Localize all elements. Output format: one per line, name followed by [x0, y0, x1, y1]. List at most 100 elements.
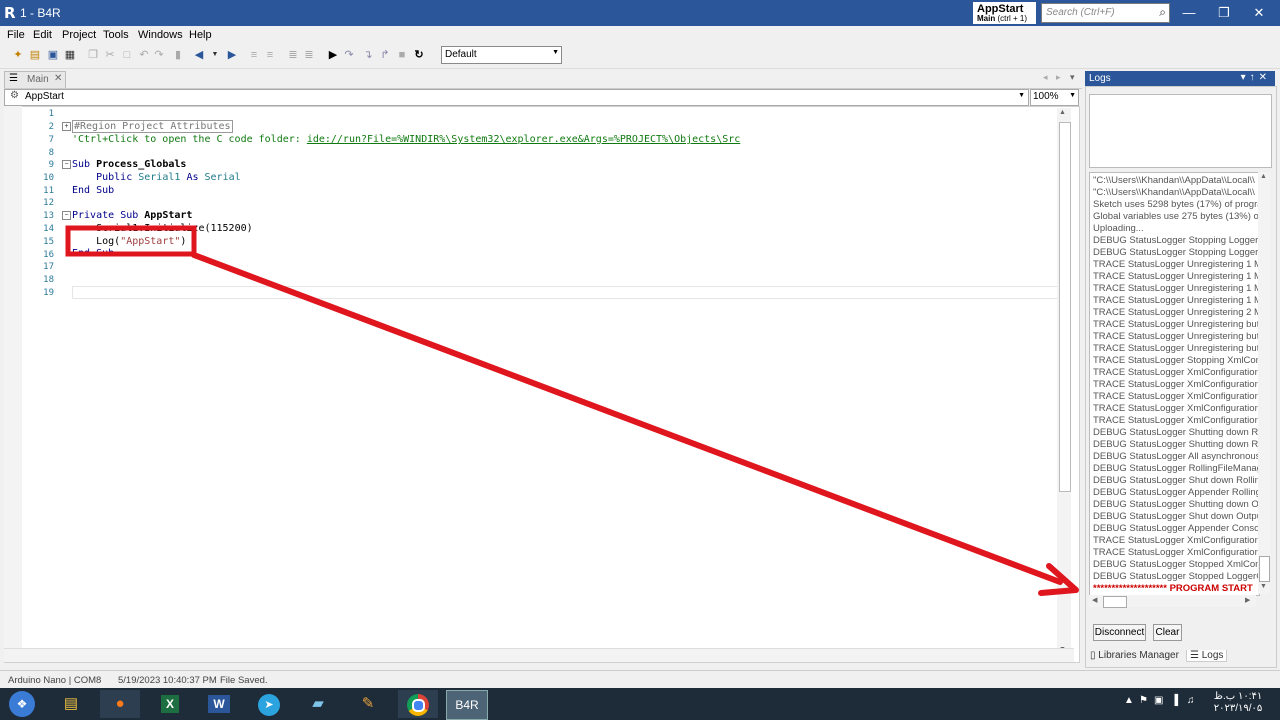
- scrollbar-thumb[interactable]: [1259, 556, 1270, 582]
- save-icon[interactable]: ▣: [47, 49, 59, 61]
- tab-scroll-right-icon[interactable]: ▸: [1056, 72, 1061, 83]
- tab-main[interactable]: ☰ Main ✕: [4, 71, 66, 88]
- menu-file[interactable]: File: [7, 29, 25, 41]
- save-all-icon[interactable]: ▦: [64, 49, 76, 61]
- panel-close-icon[interactable]: ✕: [1259, 72, 1271, 83]
- new-file-icon[interactable]: ✦: [12, 49, 24, 61]
- telegram-icon[interactable]: ➤: [249, 690, 289, 718]
- stop-icon[interactable]: ■: [396, 49, 408, 61]
- bookmark-icon[interactable]: ▮: [172, 49, 184, 61]
- scroll-right-icon[interactable]: ▶: [1245, 596, 1250, 604]
- log-line: DEBUG StatusLogger Shut down Rollin: [1093, 475, 1259, 486]
- list-icon: ☰: [1190, 650, 1199, 661]
- b4r-taskbar-icon[interactable]: B4R: [446, 690, 488, 720]
- editor-horizontal-scrollbar[interactable]: [4, 648, 1074, 662]
- build-config-select[interactable]: Default ▼: [441, 46, 562, 64]
- back-dropdown-icon[interactable]: ▼: [209, 49, 221, 61]
- file-explorer-icon[interactable]: ▤: [51, 690, 91, 718]
- tab-main-label: Main: [27, 74, 49, 85]
- b4r-taskbar-label: B4R: [455, 698, 479, 712]
- scroll-left-icon[interactable]: ◀: [1092, 596, 1097, 604]
- notepad-icon[interactable]: ▰: [298, 690, 338, 718]
- open-folder-icon[interactable]: ▤: [29, 49, 41, 61]
- log-vertical-scrollbar[interactable]: ▲ ▼: [1258, 172, 1270, 594]
- clear-button[interactable]: Clear: [1153, 624, 1182, 641]
- log-list[interactable]: "C:\\Users\\Khandan\\AppData\\Local\\ "C:…: [1089, 172, 1260, 596]
- keyword: End Sub: [72, 248, 115, 259]
- disconnect-button[interactable]: Disconnect: [1093, 624, 1146, 641]
- log-line: DEBUG StatusLogger Shut down Outpu: [1093, 511, 1259, 522]
- code-line-region: #Region Project Attributes: [72, 120, 233, 133]
- libraries-manager-tab[interactable]: ▯ Libraries Manager: [1090, 650, 1179, 661]
- uncomment-icon[interactable]: ≣: [303, 49, 315, 61]
- network-icon[interactable]: ▐: [1171, 695, 1178, 706]
- flag-icon[interactable]: ⚑: [1139, 695, 1148, 706]
- pin-icon[interactable]: ↑: [1250, 72, 1259, 83]
- indent-icon[interactable]: ≡: [264, 49, 276, 61]
- paste-icon[interactable]: □: [121, 49, 133, 61]
- log-line: TRACE StatusLogger XmlConfiguration: [1093, 391, 1259, 402]
- log-line: Global variables use 275 bytes (13%) of: [1093, 211, 1259, 222]
- tab-close-icon[interactable]: ✕: [54, 73, 62, 84]
- keyword: Sub: [72, 159, 91, 170]
- scroll-down-icon[interactable]: ▼: [1260, 583, 1267, 590]
- scroll-up-icon[interactable]: ▲: [1059, 109, 1066, 116]
- menu-help[interactable]: Help: [189, 29, 212, 41]
- start-button[interactable]: ❖: [2, 690, 42, 718]
- editor-vertical-scrollbar[interactable]: ▲ ▼: [1057, 108, 1071, 660]
- log-call-open: Log(: [96, 236, 121, 247]
- sub-navigation-select[interactable]: ⚙ AppStart ▼: [4, 89, 1029, 106]
- navigate-forward-icon[interactable]: ▶: [226, 49, 238, 61]
- redo-icon[interactable]: ↷: [153, 49, 165, 61]
- restart-icon[interactable]: ↻: [413, 49, 425, 61]
- minimize-icon[interactable]: —: [1174, 3, 1204, 23]
- step-into-icon[interactable]: ↴: [362, 49, 374, 61]
- zoom-select[interactable]: 100% ▼: [1030, 89, 1079, 106]
- search-input[interactable]: Search (Ctrl+F) ⌕: [1041, 3, 1170, 23]
- show-hidden-icon[interactable]: ▲: [1124, 695, 1134, 706]
- paint-icon[interactable]: ✎: [348, 690, 388, 718]
- navigate-back-icon[interactable]: ◀: [193, 49, 205, 61]
- fold-expand-icon[interactable]: +: [62, 122, 71, 131]
- device-icon[interactable]: ▣: [1154, 695, 1163, 706]
- scroll-up-icon[interactable]: ▲: [1260, 173, 1267, 180]
- menu-tools[interactable]: Tools: [103, 29, 129, 41]
- search-icon[interactable]: ⌕: [1159, 5, 1166, 20]
- word-icon[interactable]: W: [199, 690, 239, 718]
- scrollbar-thumb[interactable]: [1059, 122, 1071, 492]
- excel-icon[interactable]: X: [150, 690, 190, 718]
- logs-tab[interactable]: ☰ Logs: [1186, 650, 1228, 662]
- comment-icon[interactable]: ≣: [287, 49, 299, 61]
- line-number: 17: [43, 262, 54, 272]
- tab-scroll-left-icon[interactable]: ◂: [1043, 72, 1048, 83]
- menu-edit[interactable]: Edit: [33, 29, 52, 41]
- line-number: 15: [43, 237, 54, 247]
- panel-menu-icon[interactable]: ▾: [1241, 72, 1250, 83]
- code-folder-link[interactable]: ide://run?File=%WINDIR%\System32\explore…: [307, 134, 740, 145]
- taskbar-clock[interactable]: ۱۰:۴۱ ب.ظ ۲۰۲۳/۱۹/۰۵: [1212, 691, 1264, 715]
- step-over-icon[interactable]: ↷: [343, 49, 355, 61]
- tab-list-icon[interactable]: ▾: [1070, 72, 1075, 83]
- menu-project[interactable]: Project: [62, 29, 96, 41]
- sub-navigation-value: AppStart: [25, 91, 64, 102]
- fold-collapse-icon[interactable]: −: [62, 211, 71, 220]
- log-horizontal-scrollbar[interactable]: ◀ ▶: [1089, 595, 1256, 608]
- copy-icon[interactable]: ❐: [87, 49, 99, 61]
- restore-icon[interactable]: ❐: [1209, 3, 1239, 23]
- cut-icon[interactable]: ✂: [104, 49, 116, 61]
- chrome-icon[interactable]: [398, 690, 438, 718]
- region-label[interactable]: #Region Project Attributes: [72, 120, 233, 133]
- log-line: DEBUG StatusLogger Shutting down O: [1093, 499, 1259, 510]
- logs-filter-area[interactable]: [1089, 94, 1272, 168]
- code-editor[interactable]: [4, 106, 1080, 663]
- run-icon[interactable]: ▶: [327, 49, 339, 61]
- menu-windows[interactable]: Windows: [138, 29, 183, 41]
- scrollbar-thumb[interactable]: [1103, 596, 1127, 608]
- undo-icon[interactable]: ↶: [138, 49, 150, 61]
- volume-icon[interactable]: ♫: [1187, 695, 1195, 706]
- fold-collapse-icon[interactable]: −: [62, 160, 71, 169]
- step-out-icon[interactable]: ↱: [379, 49, 391, 61]
- firefox-icon[interactable]: ●: [100, 690, 140, 718]
- close-icon[interactable]: ✕: [1244, 3, 1274, 23]
- outdent-icon[interactable]: ≡: [248, 49, 260, 61]
